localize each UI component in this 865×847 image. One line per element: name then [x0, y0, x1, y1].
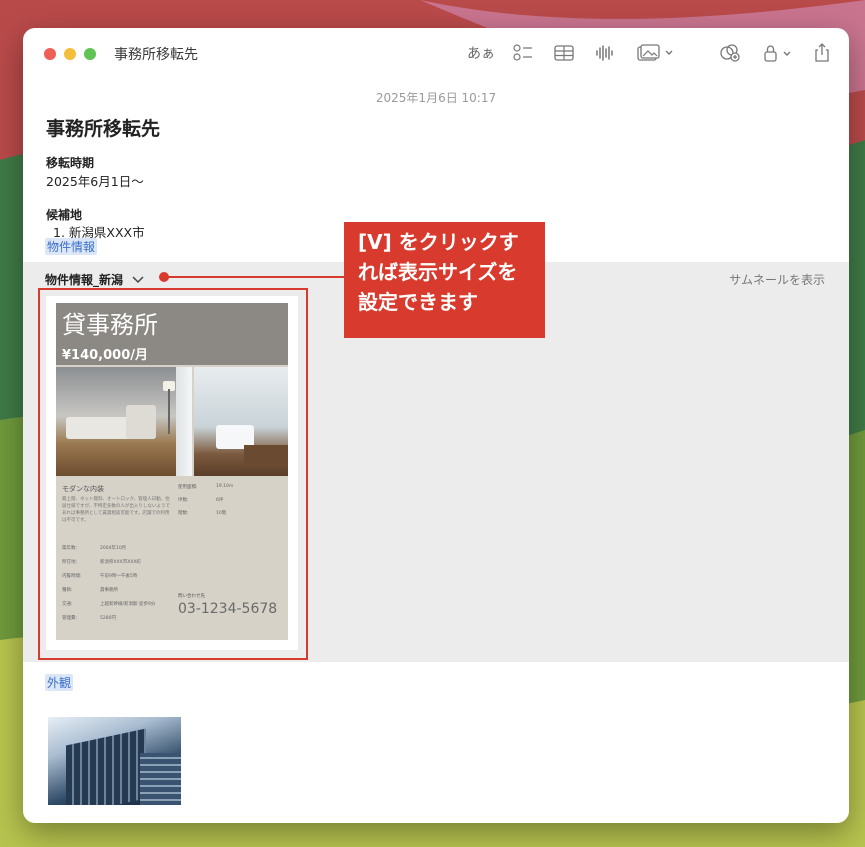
exterior-tag[interactable]: 外観: [45, 674, 74, 691]
spec-value: 10階: [216, 511, 227, 516]
spec-label: 築年数:: [62, 546, 78, 551]
spec-label: 階数:: [178, 511, 189, 516]
spec-value: 上越新幹線/新潟駅 徒歩9分: [100, 602, 156, 607]
candidates-label: 候補地: [46, 208, 83, 222]
zoom-window-button[interactable]: [84, 48, 96, 60]
spec-label: 所在地:: [62, 560, 78, 565]
notes-window: 事務所移転先 あぁ 2025年1月6日 10:17 事務所移転先 移転時期 20…: [23, 28, 849, 823]
bathroom-photo: [194, 367, 288, 476]
title-bar: 事務所移転先 あぁ: [23, 28, 849, 80]
callout-line-3: 設定できます: [358, 290, 478, 314]
spec-label: 坪数:: [178, 498, 189, 503]
building-exterior-photo[interactable]: [48, 717, 181, 805]
spec-label: 使用面積:: [178, 485, 198, 490]
window-title: 事務所移転先: [114, 47, 198, 63]
lock-icon[interactable]: [761, 42, 795, 64]
flyer-header: 貸事務所 ¥140,000/月: [56, 303, 288, 365]
contact-phone: 03-1234-5678: [178, 601, 278, 617]
callout-connector: [164, 276, 344, 278]
close-window-button[interactable]: [44, 48, 56, 60]
spec-value: 午前9時〜午後5時: [100, 574, 138, 579]
move-period-label: 移転時期: [46, 156, 95, 170]
note-title[interactable]: 事務所移転先: [46, 114, 160, 141]
spec-label: 種目:: [62, 588, 73, 593]
text-style-button[interactable]: あぁ: [467, 42, 495, 64]
property-tag[interactable]: 物件情報: [45, 238, 98, 255]
spec-value: 5280円: [100, 616, 116, 621]
minimize-window-button[interactable]: [64, 48, 76, 60]
attachment-header[interactable]: 物件情報_新潟: [45, 271, 145, 288]
flyer-subheading: モダンな内装: [62, 485, 104, 493]
spec-value: 貸事務所: [100, 588, 118, 593]
instruction-callout: [V] をクリックす れば表示サイズを 設定できます: [344, 222, 545, 338]
callout-dot: [159, 272, 169, 282]
callout-line-2: れば表示サイズを: [358, 260, 518, 284]
callout-line-1: [V] をクリックす: [358, 230, 519, 254]
audio-icon[interactable]: [594, 42, 614, 64]
flyer-price: ¥140,000/月: [62, 348, 149, 363]
share-icon[interactable]: [812, 42, 832, 64]
spec-value: 6坪: [216, 498, 224, 503]
spec-label: 内覧時間:: [62, 574, 82, 579]
spec-value: 2004年10月: [100, 546, 127, 551]
table-icon[interactable]: [553, 42, 575, 64]
chevron-down-icon[interactable]: [131, 275, 145, 285]
spec-value: 新潟県XXX市XXX町: [100, 560, 141, 565]
show-thumbnail-button[interactable]: サムネールを表示: [729, 271, 825, 288]
spec-label: 管理費:: [62, 616, 78, 621]
spec-label: 交通:: [62, 602, 73, 607]
property-flyer: 貸事務所 ¥140,000/月 モダンな内装 最上階、ネット無料、オートロック、…: [56, 303, 288, 640]
flyer-description: 最上階、ネット無料、オートロック、管理人日勤。住居仕様ですが、不特定多数の人が出…: [62, 497, 170, 523]
contact-label: 問い合わせ先: [178, 594, 205, 599]
note-date: 2025年1月6日 10:17: [375, 91, 497, 105]
spec-value: 19.10m: [216, 484, 234, 489]
attachment-name: 物件情報_新潟: [45, 273, 124, 287]
collaborate-icon[interactable]: [719, 42, 741, 64]
checklist-icon[interactable]: [512, 42, 534, 64]
move-period-value: 2025年6月1日〜: [46, 174, 144, 189]
living-room-photo: [56, 367, 192, 476]
flyer-title: 貸事務所: [62, 311, 158, 339]
media-icon[interactable]: [636, 42, 678, 64]
